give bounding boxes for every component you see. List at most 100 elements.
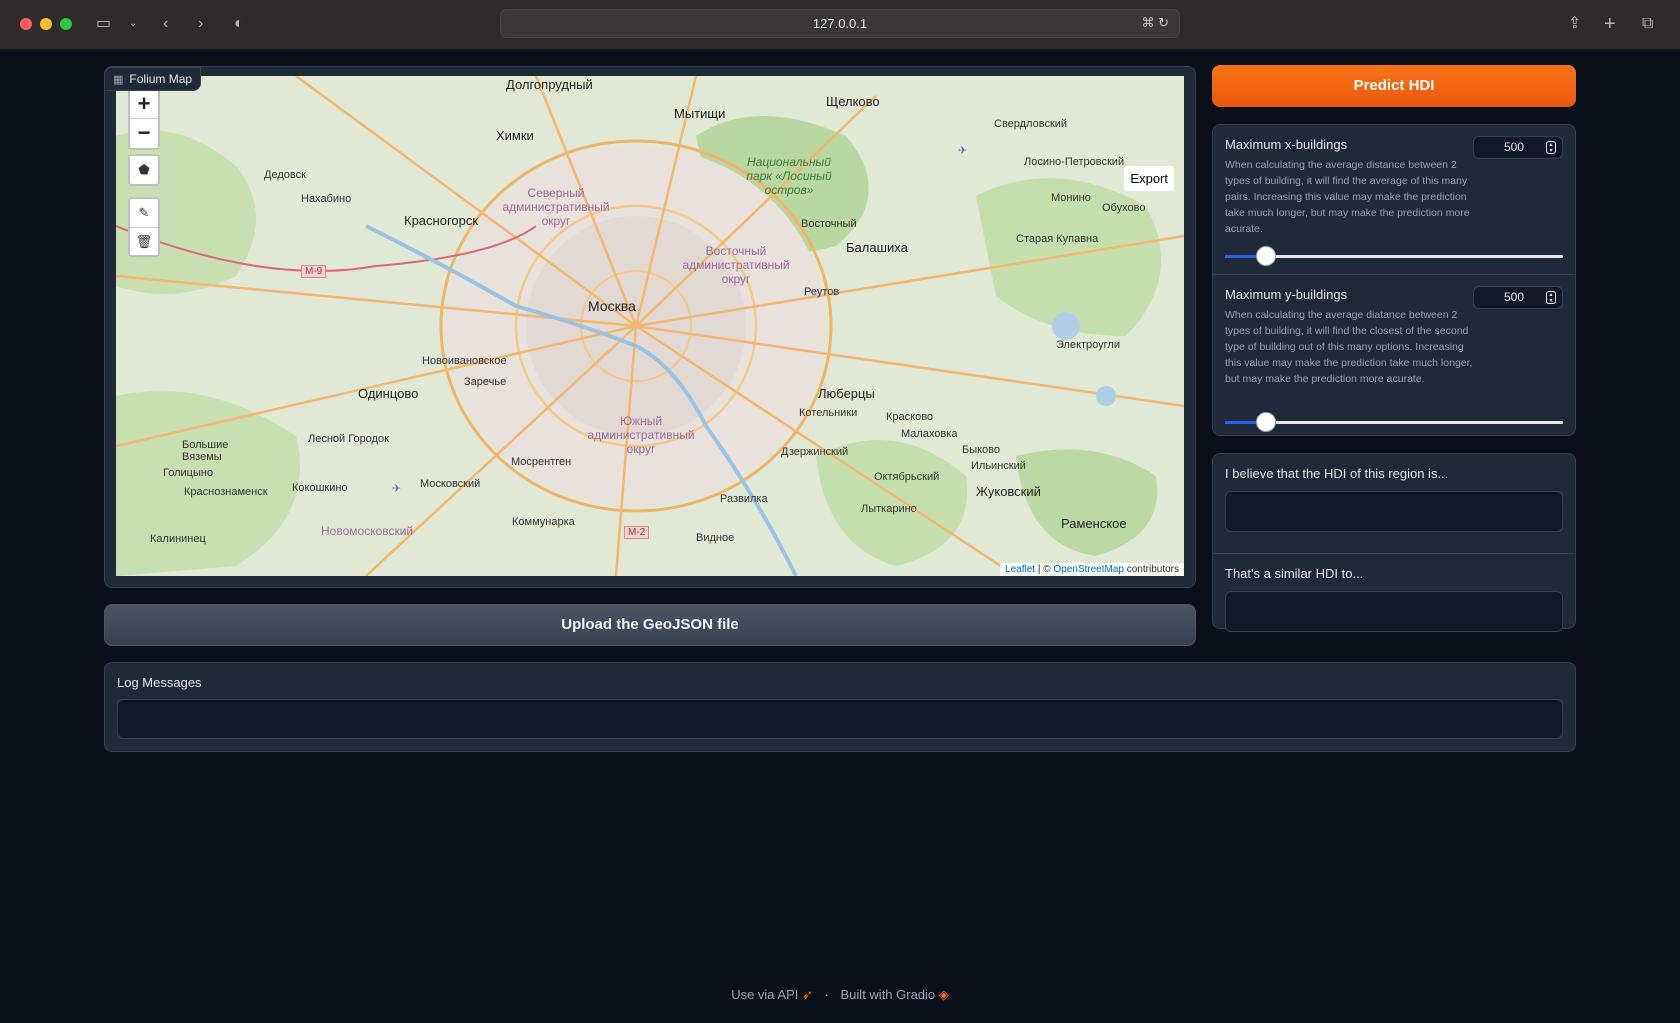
map-label-losino: Лосино-Петровский: [1024, 156, 1125, 168]
map-label-balashikha: Балашиха: [846, 240, 908, 255]
reload-icon[interactable]: ↻: [1158, 15, 1169, 30]
x-buildings-slider-thumb[interactable]: [1255, 246, 1276, 266]
tabs-overview-icon[interactable]: ⧉: [1642, 12, 1653, 36]
zoom-out-button[interactable]: −: [130, 119, 158, 148]
close-window-button[interactable]: [20, 18, 32, 30]
map-label-ilyinsky: Ильинский: [971, 460, 1026, 472]
chevron-down-icon[interactable]: ⌄: [129, 12, 137, 36]
map-label-zhukovsky: Жуковский: [976, 484, 1041, 499]
y-buildings-slider-thumb[interactable]: [1255, 412, 1276, 432]
similar-output-field: That's a similar HDI to...: [1213, 566, 1575, 632]
edit-layers-icon[interactable]: ✎: [130, 199, 158, 227]
map-label-lyubertsy: Люберцы: [818, 386, 875, 401]
zoom-in-button[interactable]: +: [130, 90, 158, 119]
similar-output-label: That's a similar HDI to...: [1225, 566, 1364, 581]
use-via-api-link[interactable]: Use via API: [731, 987, 798, 1002]
folium-map[interactable]: + − ⬟ ✎ 🗑 Export Москва Долгопрудный Мыт…: [116, 76, 1184, 576]
map-label-bolshie-vyazemy: Большие Вяземы: [182, 439, 229, 463]
forward-icon[interactable]: ›: [198, 12, 203, 36]
browser-toolbar: ▭ ⌄ ‹ › ◐ 127.0.0.1 ⌘ ↻ ⇪ + ⧉: [0, 0, 1680, 50]
map-label-district-north: Северный административный округ: [502, 186, 610, 228]
map-label-kraskovo: Красково: [886, 411, 934, 423]
gradio-app: ▦ Folium Map + − ⬟ ✎ 🗑 Export Москва Дол…: [0, 50, 1680, 1023]
footer: Use via API ➶ · Built with Gradio ◈: [0, 987, 1680, 1003]
y-buildings-info: When calculating the average diatance be…: [1225, 309, 1473, 385]
map-label-obukhovo: Обухово: [1102, 202, 1146, 214]
x-buildings-label: Maximum x-buildings: [1225, 137, 1348, 152]
map-label-losiny: Национальный парк «Лосиный остров»: [746, 155, 832, 197]
upload-geojson-button[interactable]: Upload the GeoJSON file: [104, 604, 1196, 646]
map-label-vostochny: Восточный: [801, 218, 857, 230]
delete-layers-icon[interactable]: 🗑: [130, 227, 158, 255]
map-label-dzerzhinsky: Дзержинский: [781, 446, 849, 458]
x-buildings-number-input[interactable]: 500 ▴ ▾: [1473, 136, 1563, 159]
log-messages-label: Log Messages: [117, 675, 202, 690]
y-buildings-slider[interactable]: [1225, 412, 1563, 432]
map-label-lesnoy: Лесной Городок: [308, 433, 389, 445]
y-buildings-number-input[interactable]: 500 ▴ ▾: [1473, 286, 1563, 309]
map-label-moskovsky: Московский: [420, 478, 481, 490]
stepper-icon[interactable]: ▴ ▾: [1546, 141, 1556, 154]
edit-toolbar: ✎ 🗑: [128, 197, 160, 257]
similar-output-textbox[interactable]: [1225, 591, 1563, 632]
stepper-icon[interactable]: ▴ ▾: [1546, 291, 1556, 304]
map-label-m9: M-9: [301, 265, 327, 278]
map-label-text: Folium Map: [129, 72, 193, 86]
map-label-m2: M-2: [624, 526, 650, 539]
map-label-kokoshkino: Кокошкино: [292, 482, 348, 494]
map-label-novoivanovskoe: Новоивановское: [422, 355, 507, 367]
translate-icon[interactable]: ⌘: [1141, 15, 1154, 30]
draw-polygon-icon[interactable]: ⬟: [130, 156, 158, 184]
predict-hdi-button[interactable]: Predict HDI: [1212, 65, 1576, 107]
map-label-khimki: Химки: [496, 128, 534, 143]
map-label-lytkarino: Лыткарино: [861, 503, 917, 515]
log-messages-textbox[interactable]: [117, 699, 1563, 739]
map-label-elektrougli: Электроугли: [1056, 339, 1120, 351]
map-label-vidnoe: Видное: [696, 532, 735, 544]
x-buildings-slider-block: Maximum x-buildings When calculating the…: [1213, 125, 1575, 275]
back-icon[interactable]: ‹: [163, 12, 168, 36]
draw-toolbar: ⬟: [128, 154, 160, 186]
footer-sep: ·: [824, 987, 829, 1002]
map-label-zarechye: Заречье: [464, 376, 507, 388]
map-label-district-south: Южный административный округ: [587, 414, 695, 456]
map-label-district-east: Восточный административный округ: [682, 244, 790, 286]
airport-icon: ✈: [958, 145, 968, 157]
x-buildings-info: When calculating the average distance be…: [1225, 159, 1470, 235]
share-icon[interactable]: ⇪: [1568, 12, 1581, 36]
map-label-mytishchi: Мытищи: [674, 106, 726, 121]
map-label-reutov: Реутов: [804, 286, 840, 298]
y-buildings-value: 500: [1504, 290, 1525, 304]
url-text: 127.0.0.1: [812, 16, 868, 31]
map-icon: ▦: [113, 74, 124, 86]
address-bar[interactable]: 127.0.0.1 ⌘ ↻: [500, 9, 1180, 38]
shield-icon[interactable]: ◐: [234, 12, 244, 36]
hdi-output-textbox[interactable]: [1225, 491, 1563, 532]
map-label-staraya-kupavna: Старая Купавна: [1016, 233, 1099, 245]
built-with-gradio-link[interactable]: Built with Gradio: [841, 987, 936, 1002]
map-label-sverdlovsky: Свердловский: [994, 118, 1068, 130]
new-tab-icon[interactable]: +: [1604, 12, 1616, 36]
export-button[interactable]: Export: [1124, 166, 1174, 191]
minimize-window-button[interactable]: [40, 18, 52, 30]
map-label-razvilka: Развилка: [720, 493, 768, 505]
zoom-window-button[interactable]: [60, 18, 72, 30]
gradio-logo-icon: ◈: [938, 987, 949, 1002]
x-buildings-slider[interactable]: [1225, 246, 1563, 266]
rocket-icon: ➶: [802, 987, 813, 1002]
map-label-kommunarka: Коммунарка: [512, 516, 575, 528]
map-label-mosrentgen: Мосрентген: [511, 456, 572, 468]
osm-link[interactable]: OpenStreetMap: [1053, 564, 1124, 575]
settings-panel: Maximum x-buildings When calculating the…: [1212, 124, 1576, 436]
map-label-shchelkovo: Щелково: [826, 94, 880, 109]
log-messages-block: Log Messages: [104, 662, 1576, 752]
airport-icon: ✈: [392, 483, 402, 495]
map-block-label: ▦ Folium Map: [104, 67, 202, 91]
leaflet-link[interactable]: Leaflet: [1005, 564, 1035, 575]
map-label-krasnogorsk: Красногорск: [404, 213, 479, 228]
map-attribution: Leaflet | © OpenStreetMap contributors: [1000, 563, 1184, 576]
sidebar-icon[interactable]: ▭: [96, 12, 111, 36]
attribution-sep: | ©: [1035, 564, 1054, 575]
map-label-nakhabino: Нахабино: [301, 193, 352, 205]
map-label-bykovo: Быково: [962, 444, 1001, 456]
